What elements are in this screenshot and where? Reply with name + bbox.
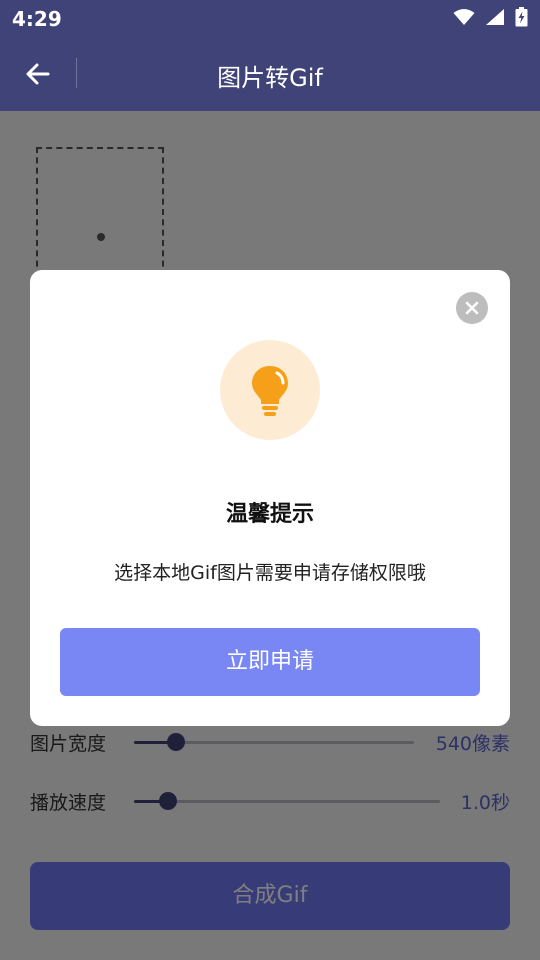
bulb-badge [220, 340, 320, 440]
dialog-close-button[interactable] [456, 292, 488, 324]
status-bar: 4:29 [0, 0, 540, 36]
dialog-message: 选择本地Gif图片需要申请存储权限哦 [114, 562, 426, 584]
status-time: 4:29 [12, 7, 62, 31]
app-bar: 图片转Gif [0, 36, 540, 111]
apply-permission-button[interactable]: 立即申请 [60, 628, 480, 696]
permission-dialog: 温馨提示 选择本地Gif图片需要申请存储权限哦 立即申请 [30, 270, 510, 726]
lightbulb-icon [252, 366, 288, 416]
wifi-icon [453, 9, 475, 25]
page-title: 图片转Gif [217, 64, 323, 92]
close-icon [465, 301, 479, 315]
battery-charging-icon [515, 7, 528, 27]
signal-icon [486, 9, 504, 25]
dialog-title: 温馨提示 [225, 502, 314, 527]
status-icons [453, 7, 528, 27]
